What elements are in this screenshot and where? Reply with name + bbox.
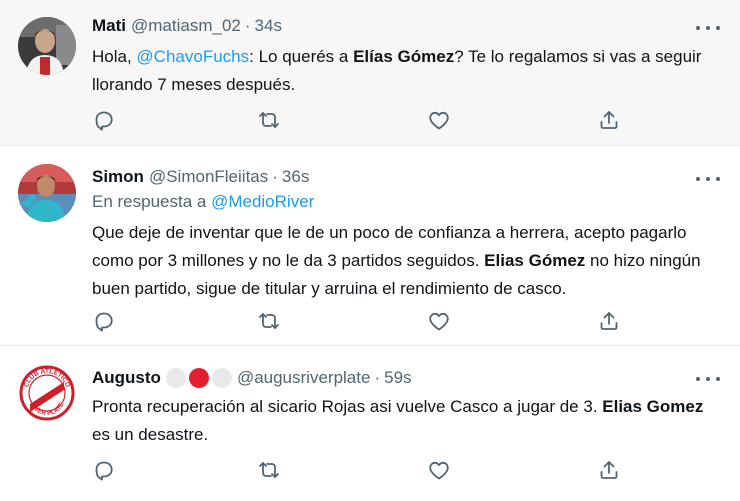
handle[interactable]: @matiasm_02	[131, 16, 241, 36]
tweet-text: Hola, @ChavoFuchs: Lo querés a Elías Góm…	[92, 43, 722, 99]
mention-link[interactable]: @MedioRiver	[211, 192, 314, 211]
share-icon[interactable]	[597, 108, 621, 132]
avatar[interactable]	[18, 164, 76, 222]
tweet[interactable]: Mati @matiasm_02 · 34s Hola, @ChavoFuchs…	[0, 0, 740, 146]
like-icon[interactable]	[427, 108, 451, 132]
tweet-header: Mati @matiasm_02 · 34s	[92, 14, 282, 38]
share-icon[interactable]	[597, 458, 621, 482]
avatar[interactable]	[18, 17, 76, 75]
white-circle-icon	[211, 368, 232, 388]
more-options-icon[interactable]	[696, 18, 720, 38]
like-icon[interactable]	[427, 309, 451, 333]
river-plate-crest-icon: CLUB ATLÉTICO RIVER PLATE	[18, 364, 76, 422]
name-emojis	[163, 368, 232, 388]
retweet-icon[interactable]	[257, 458, 281, 482]
tweet-text: Pronta recuperación al sicario Rojas asi…	[92, 393, 722, 449]
separator: ·	[374, 368, 381, 387]
like-icon[interactable]	[427, 458, 451, 482]
tweet-actions	[92, 309, 632, 333]
handle[interactable]: @SimonFleiitas	[149, 167, 268, 187]
text-segment: Hola,	[92, 47, 137, 66]
highlighted-term: Elías Gómez	[353, 47, 455, 66]
text-segment: : Lo querés a	[249, 47, 354, 66]
tweet-header: Simon @SimonFleiitas · 36s	[92, 165, 309, 189]
timestamp[interactable]: 36s	[282, 167, 309, 187]
handle[interactable]: @augusriverplate	[237, 368, 371, 388]
retweet-icon[interactable]	[257, 108, 281, 132]
text-segment: es un desastre.	[92, 425, 209, 444]
retweet-icon[interactable]	[257, 309, 281, 333]
tweet-actions	[92, 108, 632, 132]
reply-icon[interactable]	[92, 309, 116, 333]
reply-icon[interactable]	[92, 108, 116, 132]
tweet-header: Augusto @augusriverplate · 59s	[92, 366, 412, 390]
reply-prefix: En respuesta a	[92, 192, 212, 211]
mention-link[interactable]: @ChavoFuchs	[136, 47, 249, 66]
more-options-icon[interactable]	[696, 369, 720, 389]
display-name[interactable]: Mati	[92, 16, 126, 36]
separator: ·	[244, 16, 251, 35]
tweet[interactable]: Simon @SimonFleiitas · 36s En respuesta …	[0, 147, 740, 346]
highlighted-term: Elias Gomez	[602, 397, 704, 416]
avatar[interactable]: CLUB ATLÉTICO RIVER PLATE	[18, 364, 76, 422]
display-name[interactable]: Augusto	[92, 368, 161, 388]
share-icon[interactable]	[597, 309, 621, 333]
more-options-icon[interactable]	[696, 169, 720, 189]
display-name[interactable]: Simon	[92, 167, 144, 187]
reply-icon[interactable]	[92, 458, 116, 482]
tweet-actions	[92, 458, 632, 482]
person-photo-icon	[18, 17, 76, 75]
timestamp[interactable]: 59s	[384, 368, 411, 388]
white-circle-icon	[165, 368, 186, 388]
player-photo-icon	[18, 164, 76, 222]
tweet[interactable]: CLUB ATLÉTICO RIVER PLATE Augusto @augus…	[0, 347, 740, 501]
tweet-text: Que deje de inventar que le de un poco d…	[92, 219, 722, 303]
red-circle-icon	[188, 368, 209, 388]
highlighted-term: Elias Gómez	[484, 251, 586, 270]
timestamp[interactable]: 34s	[255, 16, 282, 36]
separator: ·	[272, 167, 278, 186]
reply-context: En respuesta a @MedioRiver	[92, 192, 314, 212]
text-segment: Pronta recuperación al sicario Rojas asi…	[92, 397, 603, 416]
